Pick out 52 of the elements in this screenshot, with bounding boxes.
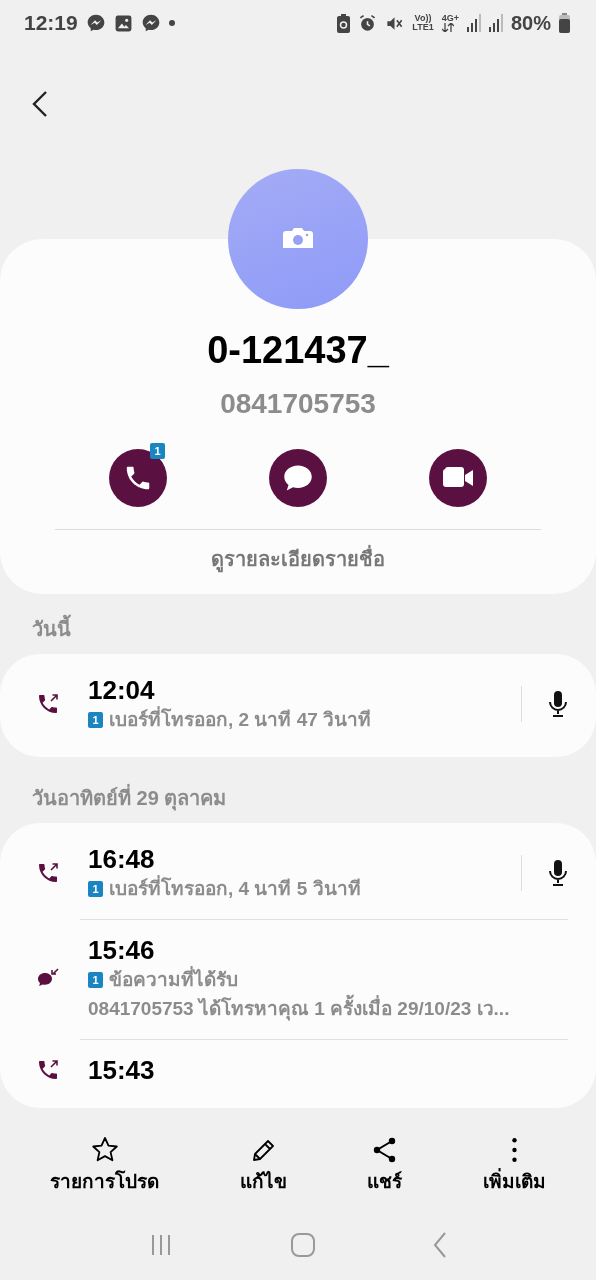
call-detail: ข้อความที่ได้รับ <box>109 966 238 995</box>
alarm-icon <box>358 13 378 33</box>
battery-icon <box>559 13 570 33</box>
data-arrows-icon <box>441 23 454 32</box>
toolbar-button[interactable]: เพิ่มเติม <box>482 1135 546 1197</box>
video-camera-icon <box>443 467 473 489</box>
toolbar-button[interactable]: แก้ไข <box>239 1135 287 1197</box>
messenger-icon <box>140 13 161 33</box>
image-icon <box>113 13 133 33</box>
section-header: วันนี้ <box>0 608 596 654</box>
message-button[interactable] <box>269 449 327 507</box>
call-button[interactable] <box>109 449 167 507</box>
back-button[interactable] <box>32 90 48 118</box>
messenger-icon <box>85 13 106 33</box>
battery-saver-icon <box>337 13 351 33</box>
recording-button[interactable] <box>548 858 568 887</box>
section-header: วันอาทิตย์ที่ 29 ตุลาคม <box>31 783 228 813</box>
message-preview: 0841705753 ได้โทรหาคุณ 1 ครั้งเมื่อ 29/10/23 เว... <box>88 994 510 1023</box>
microphone-icon <box>548 690 568 719</box>
sim-badge: 1 <box>150 443 165 459</box>
battery-percent: 80% <box>510 11 551 36</box>
outgoing-call-icon <box>36 860 60 885</box>
call-detail: เบอร์ที่โทรออก, 2 นาที 47 วินาที <box>109 706 372 735</box>
lte-label: LTE1 <box>412 23 434 32</box>
call-time: 16:48 <box>88 842 156 875</box>
status-time: 12:19 <box>24 10 78 37</box>
call-detail: เบอร์ที่โทรออก, 4 นาที 5 วินาที <box>109 874 361 901</box>
video-call-button[interactable] <box>429 449 487 507</box>
volte-label: Vo)) <box>414 14 432 23</box>
sim-badge: 1 <box>88 972 103 989</box>
microphone-icon <box>548 858 568 887</box>
signal-icon <box>466 14 481 32</box>
call-time: 15:43 <box>88 1054 155 1086</box>
call-time: 12:04 <box>88 674 156 706</box>
star-icon <box>90 1135 119 1164</box>
toolbar-button[interactable]: รายการโปรด <box>50 1135 160 1197</box>
chat-bubble-icon <box>283 464 313 492</box>
sim-badge: 1 <box>88 880 103 897</box>
more-icon <box>511 1137 517 1162</box>
contact-details-link[interactable]: ดูรายละเอียดรายชื่อ <box>0 530 596 594</box>
back-icon <box>32 90 48 118</box>
sim-badge: 1 <box>88 712 103 729</box>
signal-icon <box>488 14 503 32</box>
dot-icon <box>168 20 175 26</box>
camera-icon <box>283 227 313 251</box>
outgoing-call-icon <box>36 1058 60 1082</box>
recording-button[interactable] <box>548 690 568 719</box>
phone-number: 0841705753 <box>219 387 377 421</box>
network-label: 4G+ <box>441 14 459 23</box>
toolbar-button[interactable]: แชร์ <box>367 1135 403 1197</box>
contact-name: 0-121437_ <box>206 328 391 373</box>
call-time: 15:46 <box>88 934 156 966</box>
